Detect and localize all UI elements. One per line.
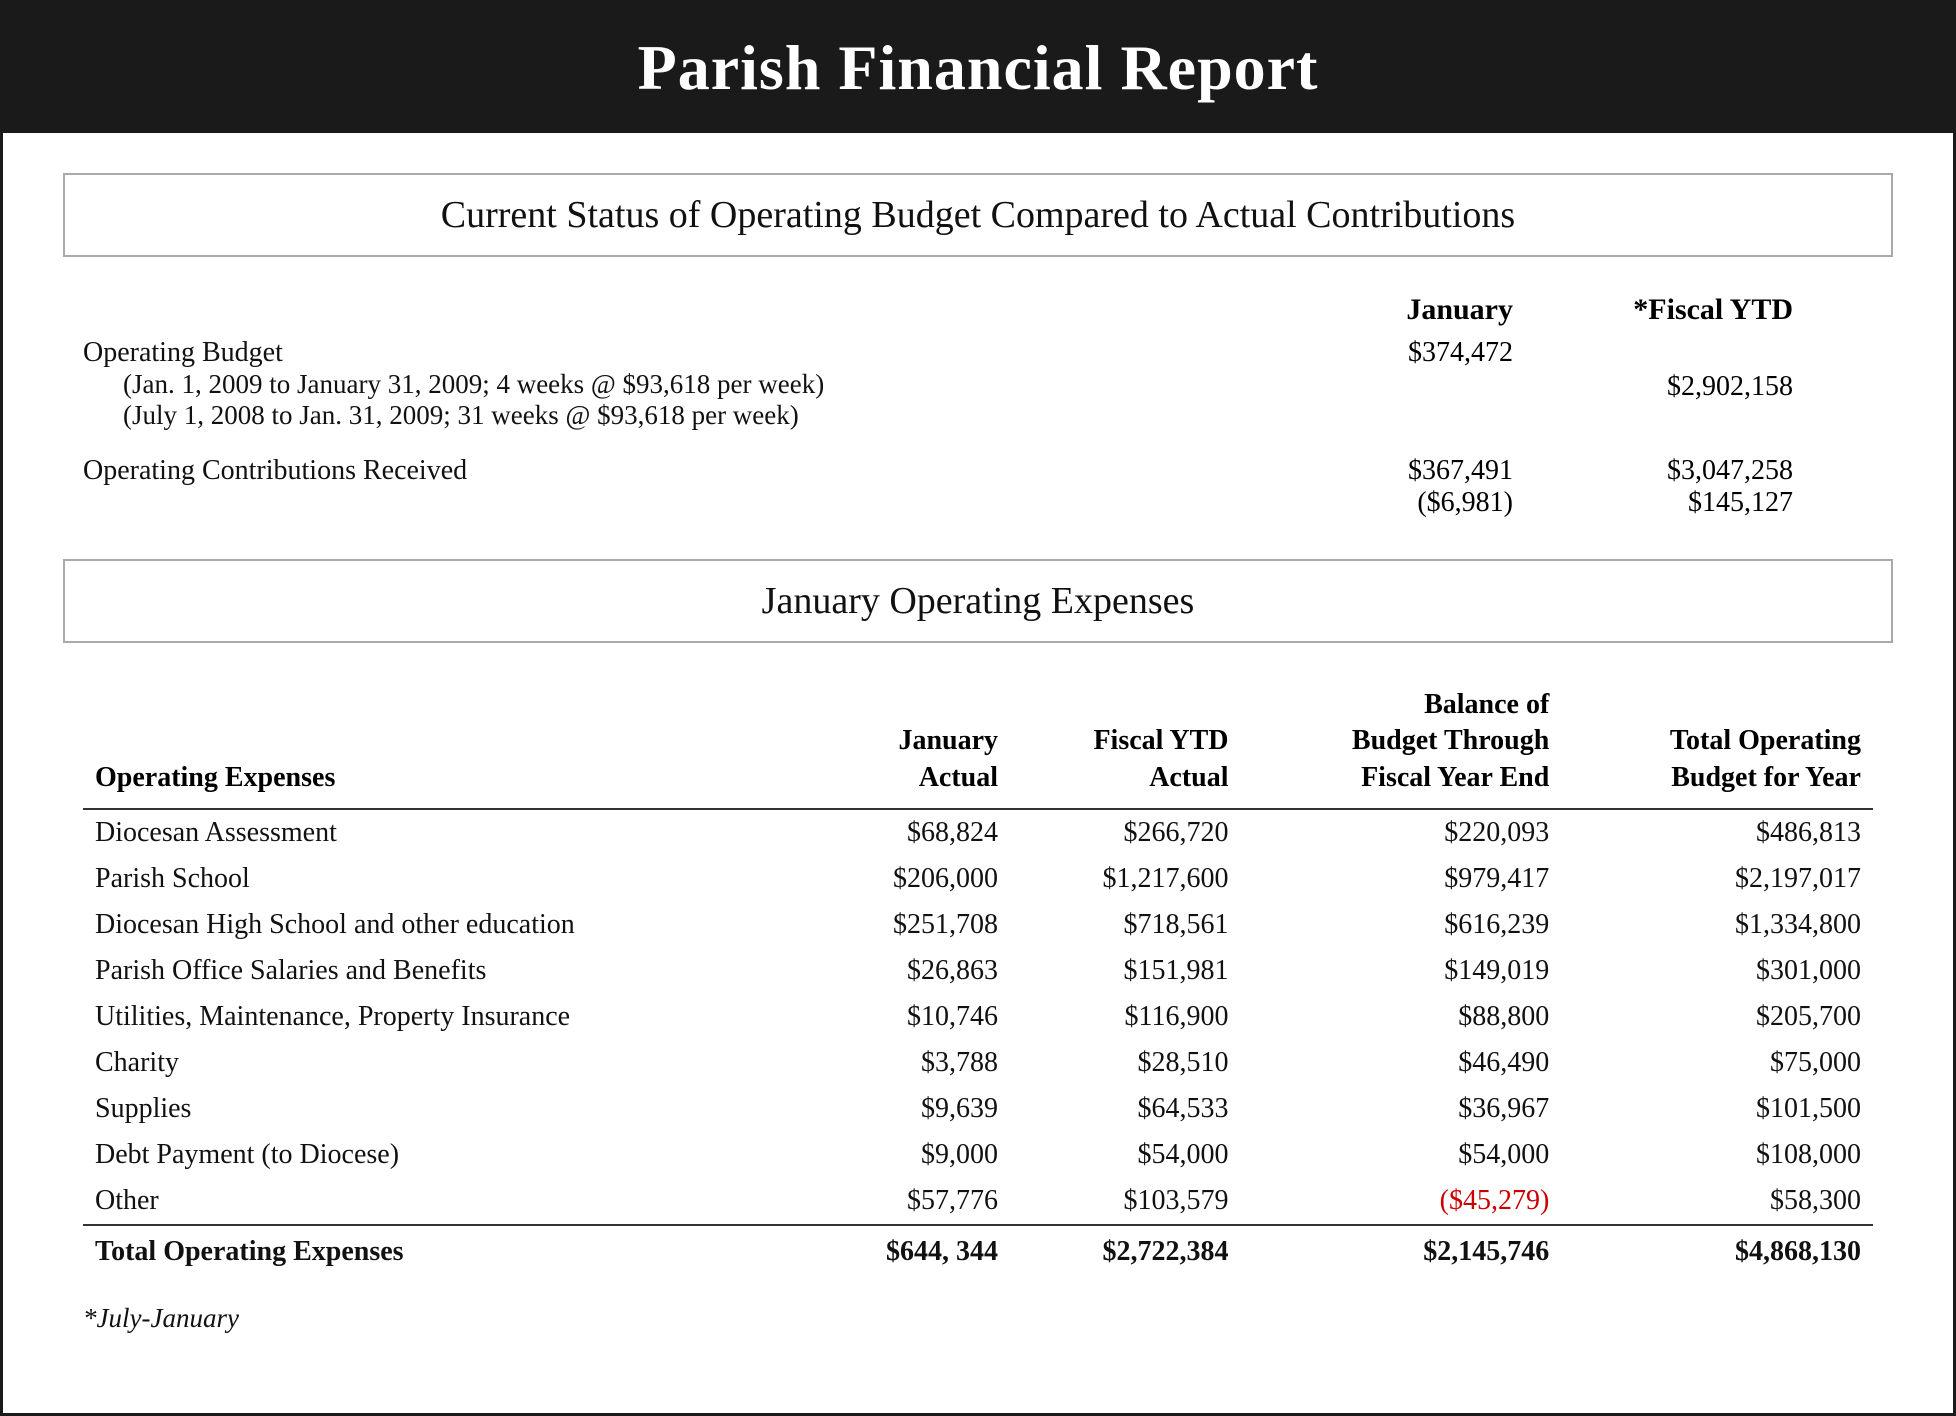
page-header: Parish Financial Report — [3, 3, 1953, 133]
expense-label: Debt Payment (to Diocese) — [83, 1132, 813, 1178]
contributions-values: $367,491 ($6,981) $3,047,258 $145,127 — [1233, 455, 1873, 519]
expense-label: Parish Office Salaries and Benefits — [83, 948, 813, 994]
expense-total-budget: $108,000 — [1561, 1132, 1873, 1178]
table-row: Parish School$206,000$1,217,600$979,417$… — [83, 856, 1873, 902]
expense-fiscal-ytd: $1,217,600 — [1010, 856, 1241, 902]
col-balance-header: Balance of Budget Through Fiscal Year En… — [1241, 679, 1562, 809]
expenses-table-header: Operating Expenses January Actual Fiscal… — [83, 679, 1873, 809]
expense-jan-actual: $26,863 — [813, 948, 1010, 994]
expense-fiscal-ytd: $103,579 — [1010, 1178, 1241, 1225]
expense-jan-actual: $251,708 — [813, 902, 1010, 948]
contributions-label: Operating Contributions Received — [83, 455, 1233, 487]
expense-jan-actual: $9,000 — [813, 1132, 1010, 1178]
expense-total-budget: $2,197,017 — [1561, 856, 1873, 902]
expense-balance: $979,417 — [1241, 856, 1562, 902]
expense-label: Diocesan Assessment — [83, 809, 813, 856]
expenses-section-box: January Operating Expenses — [63, 559, 1893, 643]
expense-balance: $88,800 — [1241, 994, 1562, 1040]
expense-total-budget: $486,813 — [1561, 809, 1873, 856]
expense-balance: $46,490 — [1241, 1040, 1562, 1086]
expense-balance: $36,967 — [1241, 1086, 1562, 1132]
contributions-row: Operating Contributions Received $367,49… — [83, 455, 1873, 519]
expense-balance: $220,093 — [1241, 809, 1562, 856]
page-content: Current Status of Operating Budget Compa… — [3, 133, 1953, 1374]
col-total-budget-header: Total Operating Budget for Year — [1561, 679, 1873, 809]
expenses-table-body: Diocesan Assessment$68,824$266,720$220,0… — [83, 809, 1873, 1275]
table-row: Utilities, Maintenance, Property Insuran… — [83, 994, 1873, 1040]
operating-budget-label: Operating Budget (Jan. 1, 2009 to Januar… — [83, 337, 1233, 431]
expense-total-budget: $301,000 — [1561, 948, 1873, 994]
operating-budget-section: January *Fiscal YTD Operating Budget (Ja… — [63, 293, 1893, 519]
table-row: Parish Office Salaries and Benefits$26,8… — [83, 948, 1873, 994]
col-header-fiscal-ytd: *Fiscal YTD — [1513, 293, 1793, 327]
page-container: Parish Financial Report Current Status o… — [0, 0, 1956, 1416]
col-fiscal-ytd-header: Fiscal YTD Actual — [1010, 679, 1241, 809]
expense-balance: $149,019 — [1241, 948, 1562, 994]
expenses-title: January Operating Expenses — [762, 580, 1195, 622]
expense-total-budget: $58,300 — [1561, 1178, 1873, 1225]
total-fiscal_ytd: $2,722,384 — [1010, 1225, 1241, 1275]
expense-label: Other — [83, 1178, 813, 1225]
expense-total-budget: $75,000 — [1561, 1040, 1873, 1086]
table-row: Diocesan Assessment$68,824$266,720$220,0… — [83, 809, 1873, 856]
expense-jan-actual: $206,000 — [813, 856, 1010, 902]
expenses-total-row: Total Operating Expenses$644, 344$2,722,… — [83, 1225, 1873, 1275]
col-jan-actual-header: January Actual — [813, 679, 1010, 809]
contributions-jan-values: $367,491 ($6,981) — [1233, 455, 1513, 519]
expense-balance: ($45,279) — [1241, 1178, 1562, 1225]
total-total_budget: $4,868,130 — [1561, 1225, 1873, 1275]
expense-jan-actual: $10,746 — [813, 994, 1010, 1040]
expense-jan-actual: $3,788 — [813, 1040, 1010, 1086]
expense-total-budget: $1,334,800 — [1561, 902, 1873, 948]
expense-balance: $54,000 — [1241, 1132, 1562, 1178]
col-label-header: Operating Expenses — [83, 679, 813, 809]
jan-budget-value: $374,472 — [1233, 337, 1513, 403]
operating-budget-row: Operating Budget (Jan. 1, 2009 to Januar… — [83, 337, 1873, 431]
expense-label: Parish School — [83, 856, 813, 902]
operating-budget-section-box: Current Status of Operating Budget Compa… — [63, 173, 1893, 257]
expense-label: Supplies — [83, 1086, 813, 1132]
page-title: Parish Financial Report — [43, 31, 1913, 105]
expense-label: Charity — [83, 1040, 813, 1086]
total-balance: $2,145,746 — [1241, 1225, 1562, 1275]
total-jan_actual: $644, 344 — [813, 1225, 1010, 1275]
table-row: Charity$3,788$28,510$46,490$75,000 — [83, 1040, 1873, 1086]
expense-fiscal-ytd: $64,533 — [1010, 1086, 1241, 1132]
expenses-section: Operating Expenses January Actual Fiscal… — [63, 679, 1893, 1334]
expense-jan-actual: $68,824 — [813, 809, 1010, 856]
operating-budget-values: $374,472 $2,902,158 — [1233, 337, 1873, 403]
expense-label: Utilities, Maintenance, Property Insuran… — [83, 994, 813, 1040]
budget-col-headers: January *Fiscal YTD — [83, 293, 1873, 327]
expense-total-budget: $205,700 — [1561, 994, 1873, 1040]
expense-fiscal-ytd: $28,510 — [1010, 1040, 1241, 1086]
expense-fiscal-ytd: $116,900 — [1010, 994, 1241, 1040]
footnote: *July-January — [83, 1303, 1873, 1334]
expenses-table: Operating Expenses January Actual Fiscal… — [83, 679, 1873, 1275]
expense-jan-actual: $9,639 — [813, 1086, 1010, 1132]
expense-fiscal-ytd: $718,561 — [1010, 902, 1241, 948]
operating-budget-title: Current Status of Operating Budget Compa… — [441, 194, 1515, 236]
table-row: Debt Payment (to Diocese)$9,000$54,000$5… — [83, 1132, 1873, 1178]
fiscal-budget-value: $2,902,158 — [1513, 337, 1793, 403]
table-row: Diocesan High School and other education… — [83, 902, 1873, 948]
expense-label: Diocesan High School and other education — [83, 902, 813, 948]
expense-fiscal-ytd: $54,000 — [1010, 1132, 1241, 1178]
expense-jan-actual: $57,776 — [813, 1178, 1010, 1225]
expense-balance: $616,239 — [1241, 902, 1562, 948]
table-row: Other$57,776$103,579($45,279)$58,300 — [83, 1178, 1873, 1225]
expense-fiscal-ytd: $266,720 — [1010, 809, 1241, 856]
contributions-fiscal-values: $3,047,258 $145,127 — [1513, 455, 1793, 519]
total-label: Total Operating Expenses — [83, 1225, 813, 1275]
expense-fiscal-ytd: $151,981 — [1010, 948, 1241, 994]
expense-total-budget: $101,500 — [1561, 1086, 1873, 1132]
table-row: Supplies$9,639$64,533$36,967$101,500 — [83, 1086, 1873, 1132]
col-header-january: January — [1233, 293, 1513, 327]
